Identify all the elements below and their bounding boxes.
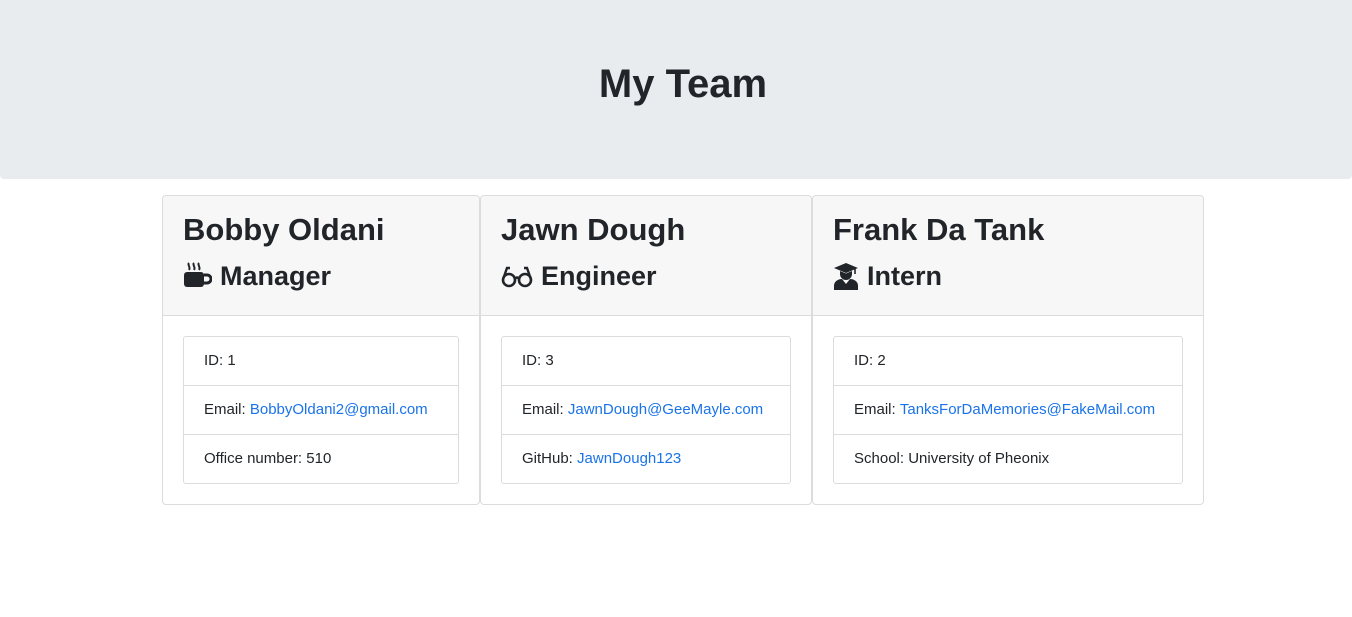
role-label: Intern bbox=[867, 261, 943, 291]
list-item-id: ID: 2 bbox=[834, 337, 1182, 386]
list-item-office: Office number: 510 bbox=[184, 435, 458, 483]
employee-details-list: ID: 2 Email: TanksForDaMemories@FakeMail… bbox=[833, 336, 1183, 484]
github-label: GitHub: bbox=[522, 450, 573, 467]
list-item-school: School: University of Pheonix bbox=[834, 435, 1182, 483]
employee-card-engineer: Jawn Dough Engineer ID: 3 Email: JawnDou… bbox=[480, 195, 812, 505]
school-value: University of Pheonix bbox=[908, 450, 1050, 467]
list-item-email: Email: TanksForDaMemories@FakeMail.com bbox=[834, 386, 1182, 435]
employee-card-manager: Bobby Oldani Manager ID: 1 Email: BobbyO… bbox=[162, 195, 480, 505]
email-link[interactable]: BobbyOldani2@gmail.com bbox=[250, 400, 428, 420]
role-label: Engineer bbox=[541, 261, 657, 291]
school-label: School: bbox=[854, 450, 905, 467]
employee-role: Intern bbox=[833, 258, 942, 294]
employee-details-list: ID: 3 Email: JawnDough@GeeMayle.com GitH… bbox=[501, 336, 791, 484]
email-label: Email: bbox=[522, 401, 564, 418]
id-value: 2 bbox=[877, 352, 886, 369]
list-item-id: ID: 3 bbox=[502, 337, 790, 386]
id-value: 1 bbox=[227, 352, 236, 369]
list-item-email: Email: BobbyOldani2@gmail.com bbox=[184, 386, 458, 435]
office-label: Office number: bbox=[204, 450, 303, 467]
role-label: Manager bbox=[220, 261, 332, 291]
card-header: Bobby Oldani Manager bbox=[163, 196, 479, 316]
id-label: ID: bbox=[204, 352, 224, 369]
employee-name: Frank Da Tank bbox=[833, 212, 1045, 247]
header-jumbotron: My Team bbox=[0, 0, 1352, 179]
list-item-id: ID: 1 bbox=[184, 337, 458, 386]
list-item-email: Email: JawnDough@GeeMayle.com bbox=[502, 386, 790, 435]
github-link[interactable]: JawnDough123 bbox=[577, 449, 681, 469]
email-link[interactable]: JawnDough@GeeMayle.com bbox=[568, 400, 763, 420]
employee-card-intern: Frank Da Tank Intern ID: 2 Email: TanksF… bbox=[812, 195, 1204, 505]
glasses-icon bbox=[501, 263, 533, 289]
coffee-mug-icon bbox=[183, 262, 212, 290]
email-link[interactable]: TanksForDaMemories@FakeMail.com bbox=[900, 400, 1155, 420]
id-label: ID: bbox=[522, 352, 542, 369]
office-value: 510 bbox=[306, 450, 332, 467]
page-title: My Team bbox=[598, 62, 768, 106]
list-item-github: GitHub: JawnDough123 bbox=[502, 435, 790, 483]
employee-name: Bobby Oldani bbox=[183, 212, 385, 247]
employee-details-list: ID: 1 Email: BobbyOldani2@gmail.com Offi… bbox=[183, 336, 459, 484]
employee-role: Engineer bbox=[501, 258, 657, 294]
card-header: Frank Da Tank Intern bbox=[813, 196, 1203, 316]
employee-name: Jawn Dough bbox=[501, 212, 686, 247]
email-label: Email: bbox=[854, 401, 896, 418]
graduate-icon bbox=[833, 262, 859, 290]
email-label: Email: bbox=[204, 401, 246, 418]
card-header: Jawn Dough Engineer bbox=[481, 196, 811, 316]
id-label: ID: bbox=[854, 352, 874, 369]
employee-role: Manager bbox=[183, 258, 331, 294]
id-value: 3 bbox=[545, 352, 554, 369]
